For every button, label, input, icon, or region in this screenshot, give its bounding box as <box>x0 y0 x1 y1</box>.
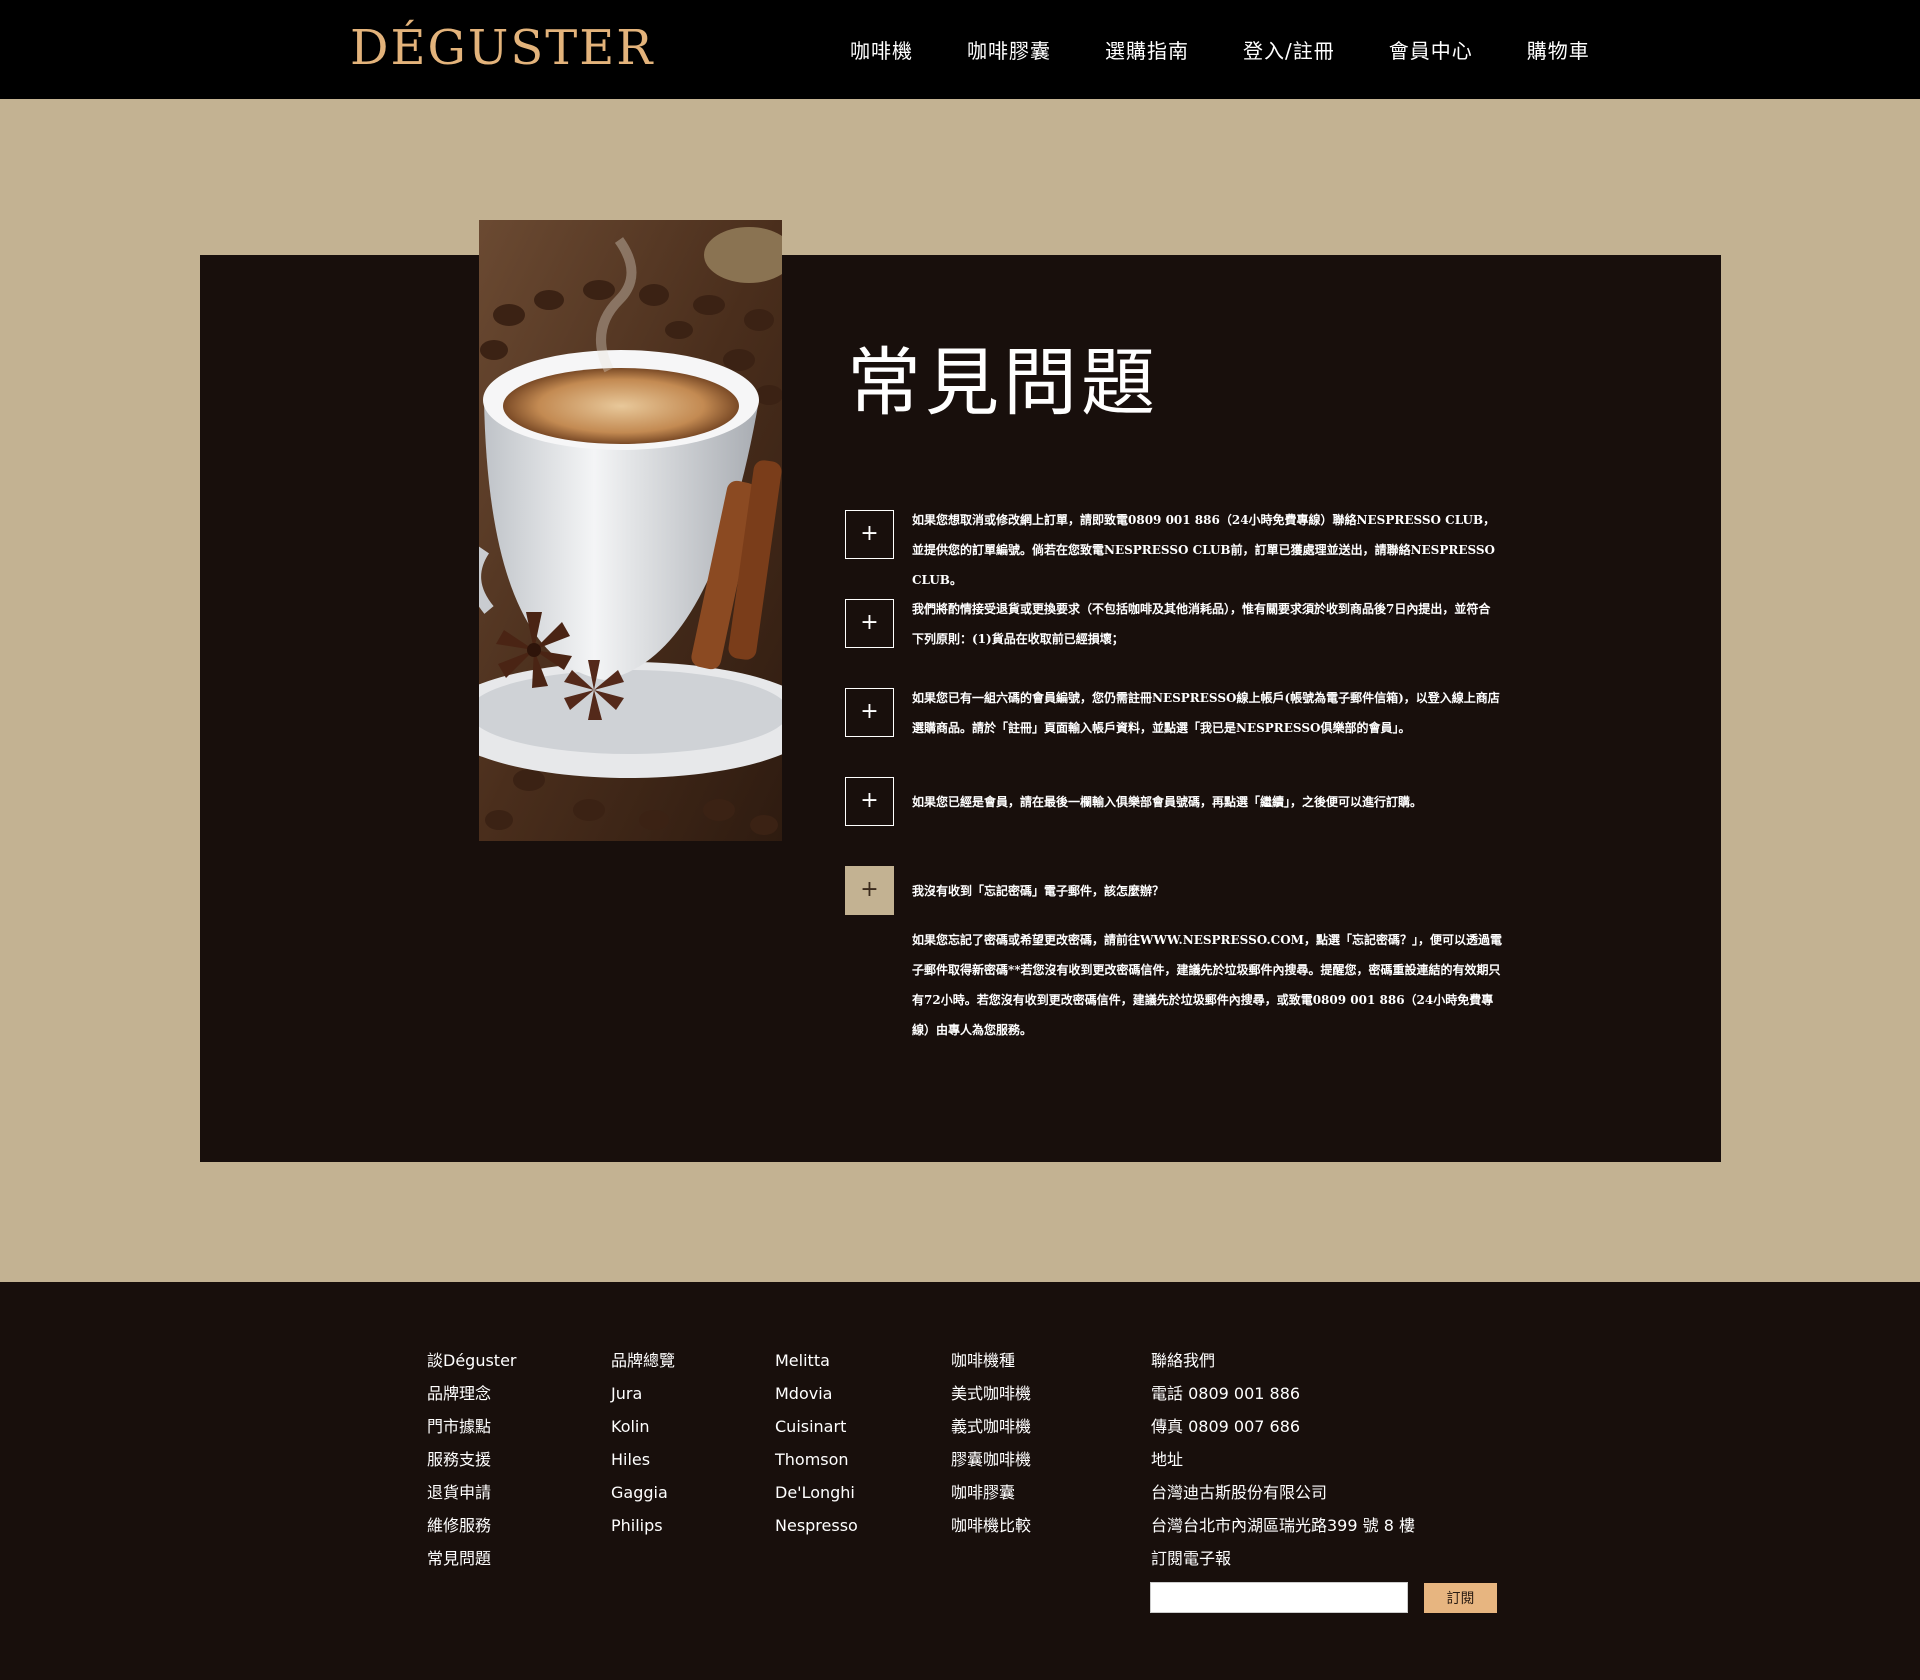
footer-link-brand[interactable]: Thomson <box>775 1443 858 1476</box>
nav-login-register[interactable]: 登入/註冊 <box>1243 35 1335 64</box>
footer-about-column: 談Déguster 品牌理念 門市據點 服務支援 退貨申請 維修服務 常見問題 <box>427 1344 517 1575</box>
footer-link-brand[interactable]: De'Longhi <box>775 1476 858 1509</box>
coffee-cup-image <box>479 220 782 841</box>
footer-link-brand[interactable]: Kolin <box>611 1410 675 1443</box>
faq-question[interactable]: 我沒有收到「忘記密碼」電子郵件，該怎麼辦？ <box>912 876 1502 906</box>
footer-about-heading[interactable]: 談Déguster <box>427 1344 517 1377</box>
footer-link-brand-philosophy[interactable]: 品牌理念 <box>427 1377 517 1410</box>
logo[interactable]: DÉGUSTER <box>350 18 654 78</box>
expand-toggle-button[interactable]: + <box>845 510 894 559</box>
footer-phone: 電話 0809 001 886 <box>1151 1377 1415 1410</box>
footer-link-brand[interactable]: Nespresso <box>775 1509 858 1542</box>
footer-link-brand[interactable]: Cuisinart <box>775 1410 858 1443</box>
expand-toggle-button[interactable]: + <box>845 777 894 826</box>
expand-toggle-button[interactable]: + <box>845 866 894 915</box>
footer-link-returns[interactable]: 退貨申請 <box>427 1476 517 1509</box>
address-label: 地址 <box>1151 1450 1184 1469</box>
footer-contact-column: 聯絡我們 電話 0809 001 886 傳真 0809 007 686 地址 … <box>1151 1344 1415 1575</box>
phone-label: 電話 <box>1151 1384 1184 1403</box>
fax-label: 傳真 <box>1151 1417 1184 1436</box>
faq-question[interactable]: 如果您已有一組六碼的會員編號，您仍需註冊NESPRESSO線上帳戶(帳號為電子郵… <box>912 683 1502 743</box>
nav-cart[interactable]: 購物車 <box>1527 35 1590 64</box>
footer-link-stores[interactable]: 門市據點 <box>427 1410 517 1443</box>
faq-question[interactable]: 如果您想取消或修改網上訂單，請即致電0809 001 886（24小時免費專線）… <box>912 505 1502 595</box>
footer-link-brand[interactable]: Jura <box>611 1377 675 1410</box>
footer-link-brand[interactable]: Melitta <box>775 1344 858 1377</box>
company-address: 台灣台北市內湖區瑞光路399 號 8 樓 <box>1151 1516 1415 1535</box>
footer-contact-heading: 聯絡我們 <box>1151 1351 1216 1370</box>
footer-brands-column-2: Melitta Mdovia Cuisinart Thomson De'Long… <box>775 1344 858 1542</box>
site-header: DÉGUSTER 咖啡機 咖啡膠囊 選購指南 登入/註冊 會員中心 購物車 <box>0 0 1920 99</box>
faq-question[interactable]: 如果您已經是會員，請在最後一欄輸入俱樂部會員號碼，再點選「繼續」，之後便可以進行… <box>912 787 1502 817</box>
footer-link-type[interactable]: 義式咖啡機 <box>951 1410 1031 1443</box>
footer-link-brand[interactable]: Gaggia <box>611 1476 675 1509</box>
newsletter-email-input[interactable] <box>1150 1582 1408 1613</box>
nav-buying-guide[interactable]: 選購指南 <box>1105 35 1189 64</box>
footer-brands-heading[interactable]: 品牌總覽 <box>611 1344 675 1377</box>
footer-link-brand[interactable]: Mdovia <box>775 1377 858 1410</box>
company-name: 台灣迪古斯股份有限公司 <box>1151 1483 1328 1502</box>
faq-question[interactable]: 我們將酌情接受退貨或更換要求（不包括咖啡及其他消耗品），惟有關要求須於收到商品後… <box>912 594 1502 654</box>
nav-coffee-capsules[interactable]: 咖啡膠囊 <box>967 35 1051 64</box>
footer-link-type[interactable]: 咖啡機比較 <box>951 1509 1031 1542</box>
expand-toggle-button[interactable]: + <box>845 599 894 648</box>
fax-value: 0809 007 686 <box>1188 1417 1301 1436</box>
footer-link-support[interactable]: 服務支援 <box>427 1443 517 1476</box>
footer-types-heading[interactable]: 咖啡機種 <box>951 1344 1031 1377</box>
faq-answer: 如果您忘記了密碼或希望更改密碼，請前往WWW.NESPRESSO.COM，點選「… <box>912 933 1502 1037</box>
footer-fax: 傳真 0809 007 686 <box>1151 1410 1415 1443</box>
main-nav: 咖啡機 咖啡膠囊 選購指南 登入/註冊 會員中心 購物車 <box>850 0 1590 99</box>
footer-link-brand[interactable]: Philips <box>611 1509 675 1542</box>
newsletter-form: 訂閱 <box>1150 1582 1497 1613</box>
phone-value: 0809 001 886 <box>1188 1384 1301 1403</box>
footer-brands-column: 品牌總覽 Jura Kolin Hiles Gaggia Philips <box>611 1344 675 1542</box>
footer-link-brand[interactable]: Hiles <box>611 1443 675 1476</box>
footer-link-type[interactable]: 膠囊咖啡機 <box>951 1443 1031 1476</box>
footer-link-faq[interactable]: 常見問題 <box>427 1542 517 1575</box>
footer-link-type[interactable]: 美式咖啡機 <box>951 1377 1031 1410</box>
site-footer: 談Déguster 品牌理念 門市據點 服務支援 退貨申請 維修服務 常見問題 … <box>0 1282 1920 1680</box>
page-title: 常見問題 <box>847 340 1159 426</box>
nav-coffee-machines[interactable]: 咖啡機 <box>850 35 913 64</box>
subscribe-button[interactable]: 訂閱 <box>1424 1582 1497 1613</box>
footer-link-repair[interactable]: 維修服務 <box>427 1509 517 1542</box>
footer-link-type[interactable]: 咖啡膠囊 <box>951 1476 1031 1509</box>
expand-toggle-button[interactable]: + <box>845 688 894 737</box>
newsletter-label: 訂閱電子報 <box>1151 1549 1232 1568</box>
nav-member-center[interactable]: 會員中心 <box>1389 35 1473 64</box>
footer-types-column: 咖啡機種 美式咖啡機 義式咖啡機 膠囊咖啡機 咖啡膠囊 咖啡機比較 <box>951 1344 1031 1542</box>
